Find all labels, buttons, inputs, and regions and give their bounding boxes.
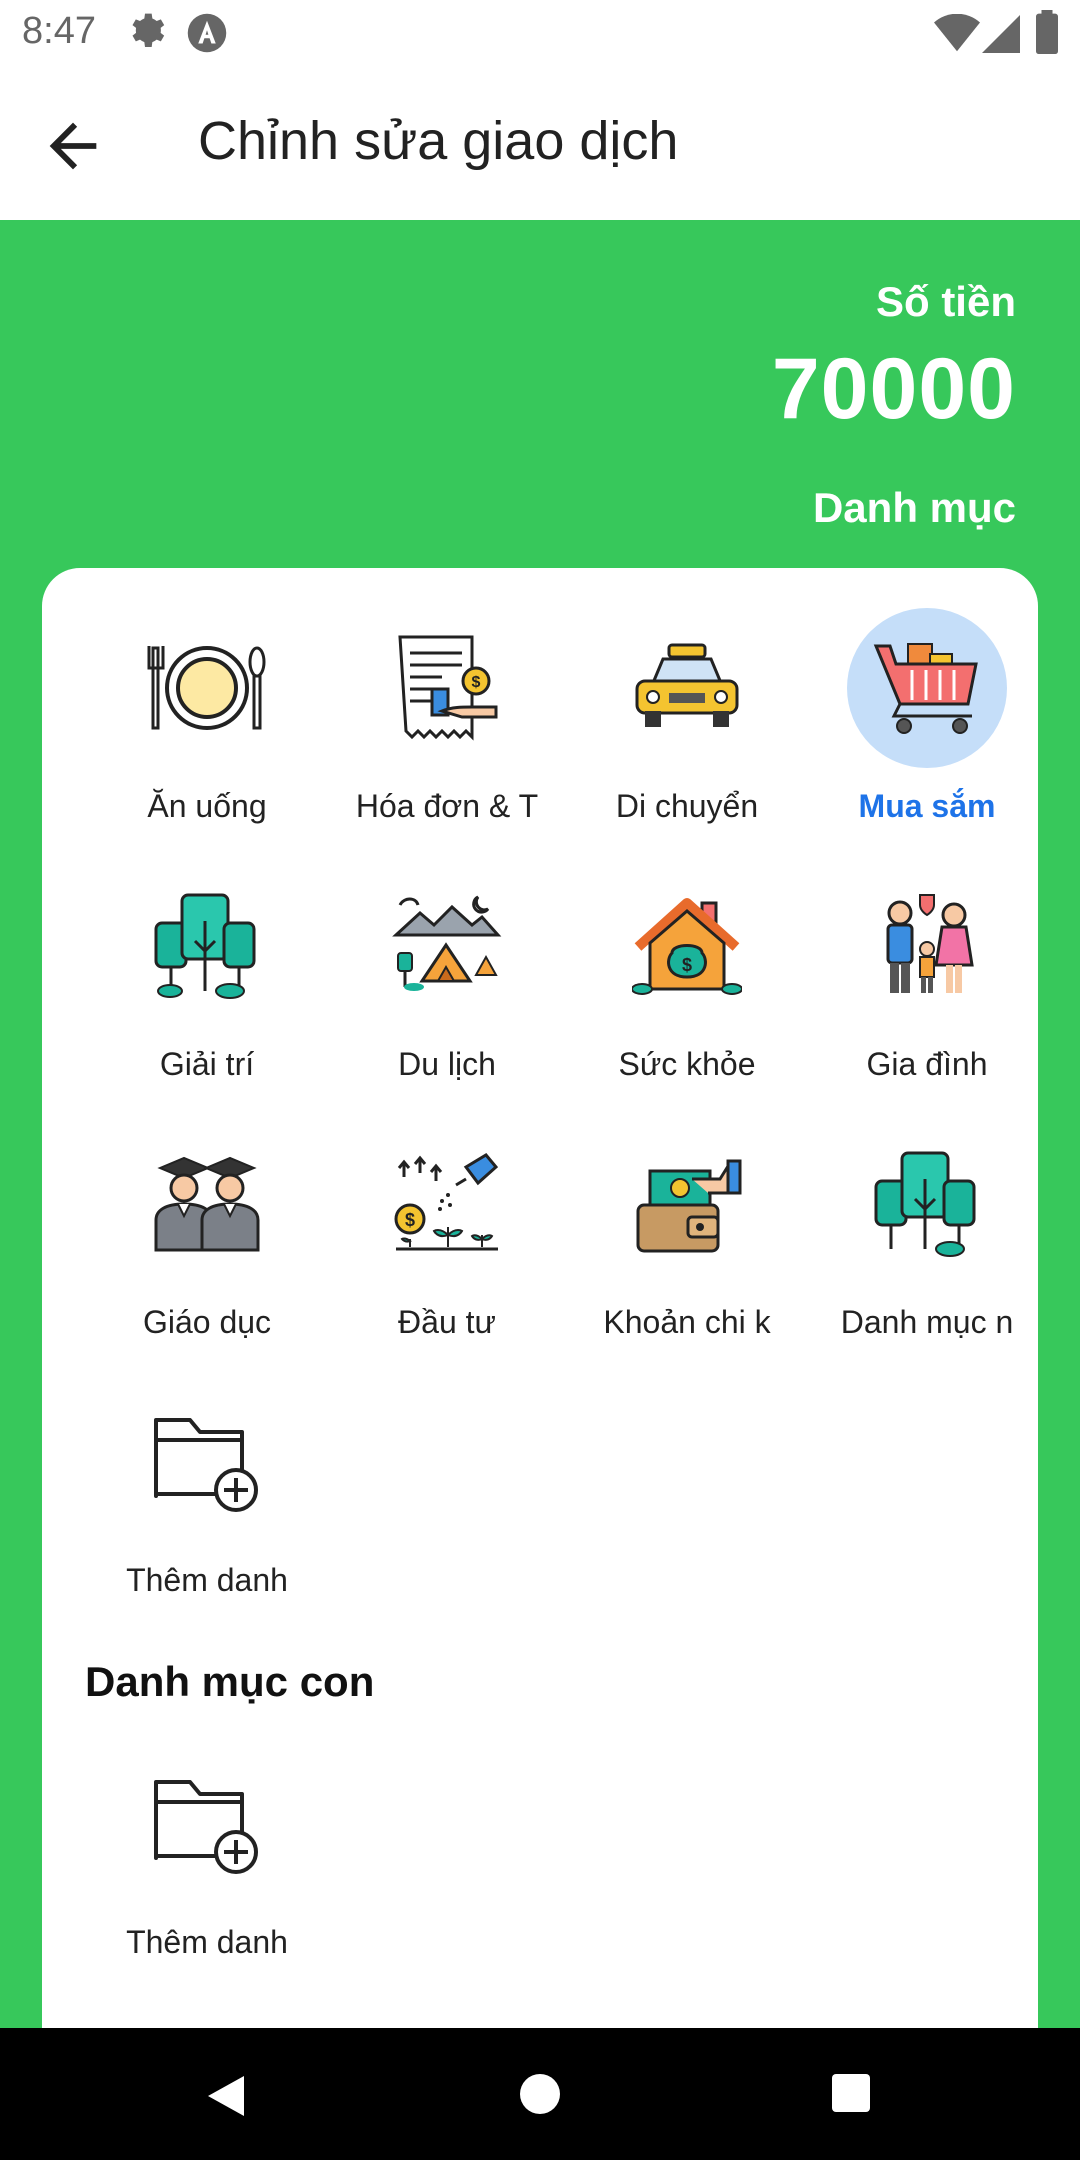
trees-icon — [127, 866, 287, 1026]
category-item[interactable]: Ăn uống — [87, 608, 327, 848]
recents-square-icon[interactable] — [830, 2072, 872, 2114]
subcategory-item-add[interactable]: Thêm danh — [87, 1744, 327, 1984]
bill-payment-icon: $ — [367, 608, 527, 768]
plate-cutlery-icon — [127, 608, 287, 768]
svg-text:$: $ — [682, 955, 692, 975]
category-item[interactable]: $ Đầu tư — [327, 1124, 567, 1364]
category-item[interactable]: Giáo dục — [87, 1124, 327, 1364]
category-item[interactable]: $ Hóa đơn & T — [327, 608, 567, 848]
subcategory-title: Danh mục con — [85, 1658, 375, 1705]
category-label: Đầu tư — [398, 1304, 496, 1340]
trees-icon — [847, 1124, 1007, 1284]
family-icon — [847, 866, 1007, 1026]
navigation-bar — [0, 2028, 1080, 2160]
wifi-icon — [934, 14, 980, 52]
category-label: Giải trí — [159, 1046, 255, 1082]
graduates-icon — [127, 1124, 287, 1284]
wallet-cash-icon — [607, 1124, 767, 1284]
amount-value[interactable]: 70000 — [772, 340, 1016, 439]
category-item[interactable]: Gia đình — [807, 866, 1038, 1106]
back-triangle-icon[interactable] — [204, 2072, 248, 2120]
category-label: Danh mục — [812, 484, 1016, 531]
app-bar: Chỉnh sửa giao dịch — [0, 66, 1080, 220]
category-item[interactable]: $ Sức khỏe — [567, 866, 807, 1106]
category-label: Ăn uống — [147, 788, 267, 824]
category-label: Khoản chi k — [603, 1304, 771, 1340]
category-label: Mua sắm — [858, 788, 996, 824]
status-time: 8:47 — [22, 10, 96, 52]
taxi-icon — [607, 608, 767, 768]
category-label: Du lịch — [398, 1046, 496, 1082]
status-bar: 8:47 — [0, 0, 1080, 66]
category-item[interactable]: Giải trí — [87, 866, 327, 1106]
home-circle-icon[interactable] — [518, 2072, 562, 2116]
category-item[interactable]: Mua sắm — [807, 608, 1038, 848]
camping-icon — [367, 866, 527, 1026]
settings-icon — [132, 13, 165, 47]
category-label: Giáo dục — [142, 1304, 272, 1340]
category-label: Gia đình — [866, 1046, 988, 1082]
category-item-add[interactable]: Thêm danh — [87, 1382, 327, 1622]
svg-text:$: $ — [405, 1210, 415, 1230]
folder-add-icon — [127, 1382, 287, 1542]
category-label: Hóa đơn & T — [355, 788, 539, 824]
folder-add-icon — [127, 1744, 287, 1904]
house-money-icon: $ — [607, 866, 767, 1026]
category-label: Thêm danh — [126, 1562, 288, 1598]
category-item[interactable]: Du lịch — [327, 866, 567, 1106]
svg-text:$: $ — [472, 674, 481, 691]
category-card: Ăn uống $ Hóa đơn & T Di chuyển Mua sắm … — [42, 568, 1038, 2028]
investment-plant-icon: $ — [367, 1124, 527, 1284]
category-item[interactable]: Di chuyển — [567, 608, 807, 848]
battery-icon — [1036, 10, 1058, 54]
amount-label: Số tiền — [875, 278, 1016, 325]
page-title: Chỉnh sửa giao dịch — [198, 111, 679, 171]
subcategory-label: Thêm danh — [126, 1924, 288, 1960]
category-label: Danh mục n — [840, 1304, 1014, 1340]
category-item[interactable]: Danh mục n — [807, 1124, 1038, 1364]
category-label: Di chuyển — [615, 788, 759, 824]
signal-icon — [982, 15, 1020, 53]
arrow-back-icon[interactable] — [38, 111, 108, 181]
a-icon — [187, 13, 227, 53]
category-label: Sức khỏe — [618, 1046, 756, 1082]
category-item[interactable]: Khoản chi k — [567, 1124, 807, 1364]
shopping-cart-icon — [847, 608, 1007, 768]
